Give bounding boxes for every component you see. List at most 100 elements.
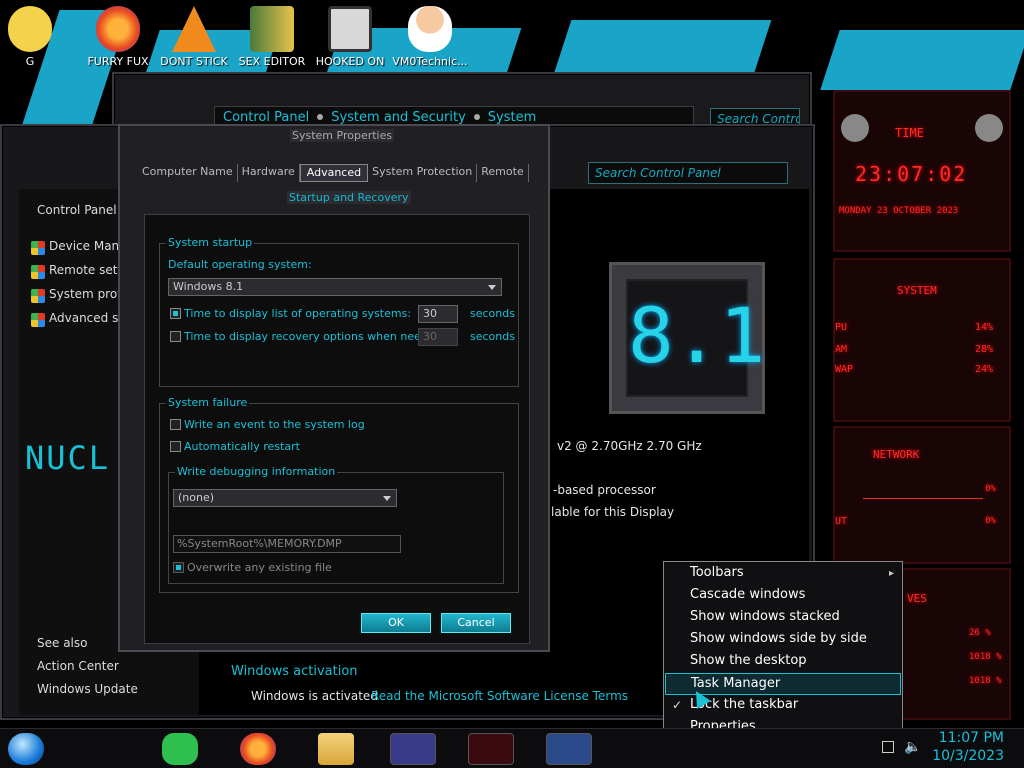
ram-label: AM	[835, 344, 848, 355]
ok-button[interactable]: OK	[361, 613, 431, 633]
system-failure-label: System failure	[166, 396, 250, 409]
debug-info-select[interactable]: (none)	[173, 489, 397, 507]
shield-icon	[31, 313, 45, 327]
start-button[interactable]	[8, 733, 44, 765]
desktop-icon-label: G	[25, 55, 35, 68]
display-list-label: Time to display list of operating system…	[184, 307, 412, 320]
time-gadget[interactable]: TIME 23:07:02 MONDAY 23 OCTOBER 2023	[833, 90, 1011, 252]
crumb-control-panel[interactable]: Control Panel	[223, 110, 309, 125]
dump-file-input[interactable]: %SystemRoot%\MEMORY.DMP	[173, 535, 401, 553]
crumb-system[interactable]: System	[488, 110, 536, 125]
taskbar-firefox-icon[interactable]	[240, 733, 276, 765]
volume-tray-icon[interactable]: 🔈	[904, 739, 921, 755]
ram-value: 28%	[975, 344, 994, 355]
system-failure-group: System failure Write an event to the sys…	[159, 396, 519, 593]
tab-remote[interactable]: Remote	[477, 164, 529, 182]
default-os-select[interactable]: Windows 8.1	[168, 278, 502, 296]
seconds-label: seconds	[470, 307, 515, 320]
taskbar-control-panel-icon[interactable]	[390, 733, 436, 765]
desktop-icon-furry-fux[interactable]: FURRY FUX	[76, 6, 160, 68]
startup-recovery-title: Startup and Recovery	[287, 191, 411, 204]
drive-value: 26 %	[969, 628, 991, 638]
cancel-button[interactable]: Cancel	[441, 613, 511, 633]
menu-item-side-by-side[interactable]: Show windows side by side	[690, 631, 867, 646]
write-event-label: Write an event to the system log	[184, 418, 365, 431]
clock-time: 11:07 PM	[938, 730, 1004, 746]
tab-hardware[interactable]: Hardware	[238, 164, 300, 182]
system-gadget[interactable]: SYSTEM PU 14% AM 28% WAP 24%	[833, 258, 1011, 422]
net-out-value: 0%	[985, 516, 996, 526]
desktop-icon-hooked-on[interactable]: HOOKED ON	[308, 6, 392, 68]
drive-value: 1018 %	[969, 676, 1002, 686]
tab-system-protection[interactable]: System Protection	[368, 164, 478, 182]
cpu-label: PU	[835, 322, 848, 333]
windows-81-badge: 8.1	[609, 262, 765, 414]
crumb-separator	[473, 114, 480, 120]
network-tray-icon[interactable]	[882, 741, 894, 753]
gadget-date: MONDAY 23 OCTOBER 2023	[839, 206, 959, 216]
system-properties-title: System Properties	[290, 129, 395, 142]
alien-head-icon	[975, 114, 1003, 142]
activation-status: Windows is activated	[251, 689, 378, 703]
net-out-label: UT	[835, 516, 848, 527]
taskbar-app-icon[interactable]	[468, 733, 514, 765]
menu-item-cascade[interactable]: Cascade windows	[690, 587, 805, 602]
alien-head-icon	[841, 114, 869, 142]
hxd-editor-icon	[250, 6, 294, 52]
character-icon	[8, 6, 52, 52]
display-list-checkbox[interactable]	[170, 308, 181, 319]
taskbar-app-chat-icon[interactable]	[162, 733, 198, 765]
pen-touch-value: lable for this Display	[551, 505, 675, 519]
recovery-options-spinner[interactable]: 30	[418, 328, 458, 346]
recovery-options-label: Time to display recovery options when ne…	[184, 330, 446, 343]
desktop-icon-label: HOOKED ON	[315, 55, 385, 68]
taskbar-clock[interactable]: 11:07 PM 10/3/2023	[932, 729, 1004, 765]
swap-value: 24%	[975, 364, 994, 375]
search-control-panel-input[interactable]: Search Control Panel	[588, 162, 788, 184]
recovery-options-checkbox[interactable]	[170, 331, 181, 342]
desktop-icon-label: SEX EDITOR	[238, 55, 306, 68]
nav-windows-update[interactable]: Windows Update	[37, 682, 138, 696]
system-startup-label: System startup	[166, 236, 255, 249]
display-list-spinner[interactable]: 30	[418, 305, 458, 323]
system-properties-dialog[interactable]: System Properties Computer Name Hardware…	[118, 124, 550, 652]
tab-advanced[interactable]: Advanced	[299, 164, 369, 182]
chevron-down-icon	[383, 496, 391, 501]
network-gadget[interactable]: NETWORK 0% UT 0%	[833, 426, 1011, 564]
menu-item-toolbars[interactable]: Toolbars	[690, 565, 744, 580]
taskbar-context-menu: Toolbars ▸ Cascade windows Show windows …	[663, 561, 903, 736]
wallpaper-stroke	[820, 30, 1024, 90]
crumb-system-security[interactable]: System and Security	[331, 110, 466, 125]
hook-app-icon	[328, 6, 372, 52]
windows-activation-heading: Windows activation	[231, 664, 358, 679]
desktop-icon-vm0[interactable]: VM0Technic...	[388, 6, 472, 68]
desktop-icon-sex-editor[interactable]: SEX EDITOR	[230, 6, 314, 68]
menu-item-stacked[interactable]: Show windows stacked	[690, 609, 840, 624]
desktop-icon-label: FURRY FUX	[87, 55, 149, 68]
drive-value: 1018 %	[969, 652, 1002, 662]
license-terms-link[interactable]: Read the Microsoft Software License Term…	[371, 689, 628, 703]
nav-action-center[interactable]: Action Center	[37, 659, 119, 673]
see-also-title: See also	[37, 636, 88, 650]
taskbar-file-explorer-icon[interactable]	[318, 733, 354, 765]
default-os-value: Windows 8.1	[173, 280, 244, 293]
network-gadget-title: NETWORK	[873, 448, 920, 461]
desktop-icon-dont-stick[interactable]: DONT STICK	[152, 6, 236, 68]
desktop-icon-character[interactable]: G	[0, 6, 60, 68]
processor-value: v2 @ 2.70GHz 2.70 GHz	[557, 439, 702, 453]
overwrite-checkbox[interactable]	[173, 562, 184, 573]
checkmark-icon: ✓	[672, 698, 683, 712]
vlc-cone-icon	[172, 6, 216, 52]
submenu-arrow-icon: ▸	[888, 568, 894, 579]
system-startup-group: System startup Default operating system:…	[159, 236, 519, 387]
write-event-checkbox[interactable]	[170, 419, 181, 430]
debug-info-label: Write debugging information	[175, 465, 338, 478]
nav-control-panel-home[interactable]: Control Panel	[37, 203, 117, 217]
badge-inner: 8.1	[626, 279, 765, 397]
menu-item-show-desktop[interactable]: Show the desktop	[690, 653, 807, 668]
tab-computer-name[interactable]: Computer Name	[138, 164, 238, 182]
debug-info-group: Write debugging information (none) %Syst…	[168, 465, 504, 584]
auto-restart-checkbox[interactable]	[170, 441, 181, 452]
taskbar-system-icon[interactable]	[546, 733, 592, 765]
startup-recovery-dialog[interactable]: Startup and Recovery System startup Defa…	[144, 191, 530, 644]
